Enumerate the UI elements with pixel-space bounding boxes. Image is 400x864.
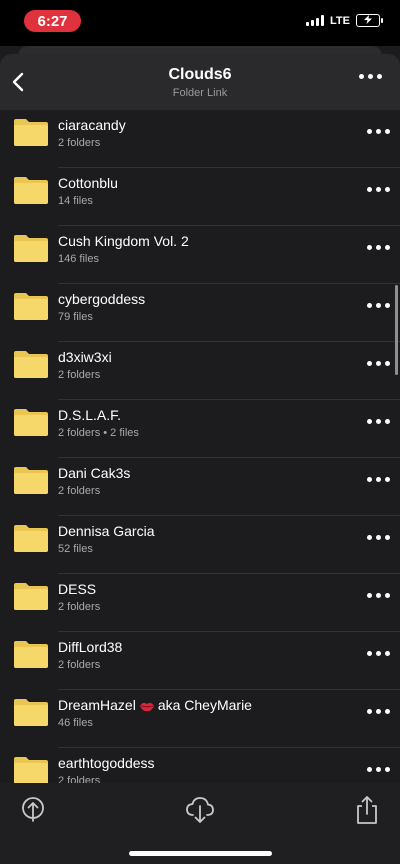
lips-emoji-icon [139,702,154,711]
folder-meta: 2 folders [58,137,101,149]
more-icon[interactable] [367,187,390,192]
folder-name: Cottonblu [58,175,118,191]
more-icon[interactable] [367,303,390,308]
folder-name: earthtogoddess [58,755,155,771]
folder-row[interactable]: Dennisa Garcia 52 files [0,516,400,574]
scrollbar[interactable] [395,285,398,375]
folder-row[interactable]: earthtogoddess 2 folders [0,748,400,783]
more-icon[interactable] [367,129,390,134]
status-indicators: LTE [306,14,383,27]
folder-icon [14,467,48,494]
more-icon[interactable] [367,767,390,772]
home-indicator[interactable] [129,851,272,856]
folder-name: DreamHazel aka CheyMarie [58,697,252,713]
folder-name: DiffLord38 [58,639,123,655]
folder-icon [14,293,48,320]
folder-icon [14,177,48,204]
folder-meta: 2 folders [58,485,101,497]
share-icon[interactable] [353,795,381,825]
folder-meta: 2 folders • 2 files [58,427,139,439]
folder-name: cybergoddess [58,291,146,307]
folder-icon [14,699,48,726]
folder-row[interactable]: Dani Cak3s 2 folders [0,458,400,516]
folder-meta: 2 folders [58,369,101,381]
folder-name-prefix: DreamHazel [58,697,136,713]
network-label: LTE [330,14,350,27]
folder-icon [14,641,48,668]
folder-row[interactable]: DESS 2 folders [0,574,400,632]
folder-meta: 2 folders [58,601,101,613]
folder-row[interactable]: DiffLord38 2 folders [0,632,400,690]
folder-name: ciaracandy [58,117,126,133]
folder-name: Dennisa Garcia [58,523,155,539]
more-icon[interactable] [367,709,390,714]
more-icon[interactable] [367,651,390,656]
folder-icon [14,583,48,610]
upload-icon[interactable] [19,795,47,825]
folder-name: DESS [58,581,97,597]
folder-row[interactable]: Cush Kingdom Vol. 2 146 files [0,226,400,284]
page-title: Clouds6 [168,66,232,83]
folder-name: Cush Kingdom Vol. 2 [58,233,189,249]
folder-row[interactable]: cybergoddess 79 files [0,284,400,342]
folder-name: D.S.L.A.F. [58,407,122,423]
signal-icon [306,15,325,26]
folder-icon [14,235,48,262]
more-icon[interactable] [367,419,390,424]
folder-meta: 146 files [58,253,99,265]
more-icon[interactable] [367,593,390,598]
folder-icon [14,409,48,436]
more-icon[interactable] [367,535,390,540]
folder-meta: 46 files [58,717,93,729]
more-icon[interactable] [367,477,390,482]
folder-icon [14,757,48,783]
more-options-icon[interactable] [359,74,382,79]
status-time: 6:27 [24,10,81,32]
folder-row[interactable]: ciaracandy 2 folders [0,110,400,168]
folder-meta: 14 files [58,195,93,207]
folder-icon [14,119,48,146]
more-icon[interactable] [367,245,390,250]
folder-icon [14,525,48,552]
folder-meta: 79 files [58,311,93,323]
folder-name-suffix: aka CheyMarie [157,697,252,713]
more-icon[interactable] [367,361,390,366]
folder-name: Dani Cak3s [58,465,131,481]
folder-meta: 2 folders [58,775,101,783]
nav-header: Clouds6 Folder Link [0,54,400,110]
folder-meta: 52 files [58,543,93,555]
folder-row[interactable]: Cottonblu 14 files [0,168,400,226]
folder-row[interactable]: DreamHazel aka CheyMarie 46 files [0,690,400,748]
folder-list[interactable]: ciaracandy 2 folders Cottonblu 14 files … [0,110,400,783]
cloud-download-icon[interactable] [185,795,215,825]
folder-name: d3xiw3xi [58,349,112,365]
folder-row[interactable]: d3xiw3xi 2 folders [0,342,400,400]
folder-meta: 2 folders [58,659,101,671]
battery-icon [356,14,383,27]
folder-row[interactable]: D.S.L.A.F. 2 folders • 2 files [0,400,400,458]
status-bar: 6:27 LTE [0,0,400,46]
page-subtitle: Folder Link [172,87,228,99]
folder-icon [14,351,48,378]
